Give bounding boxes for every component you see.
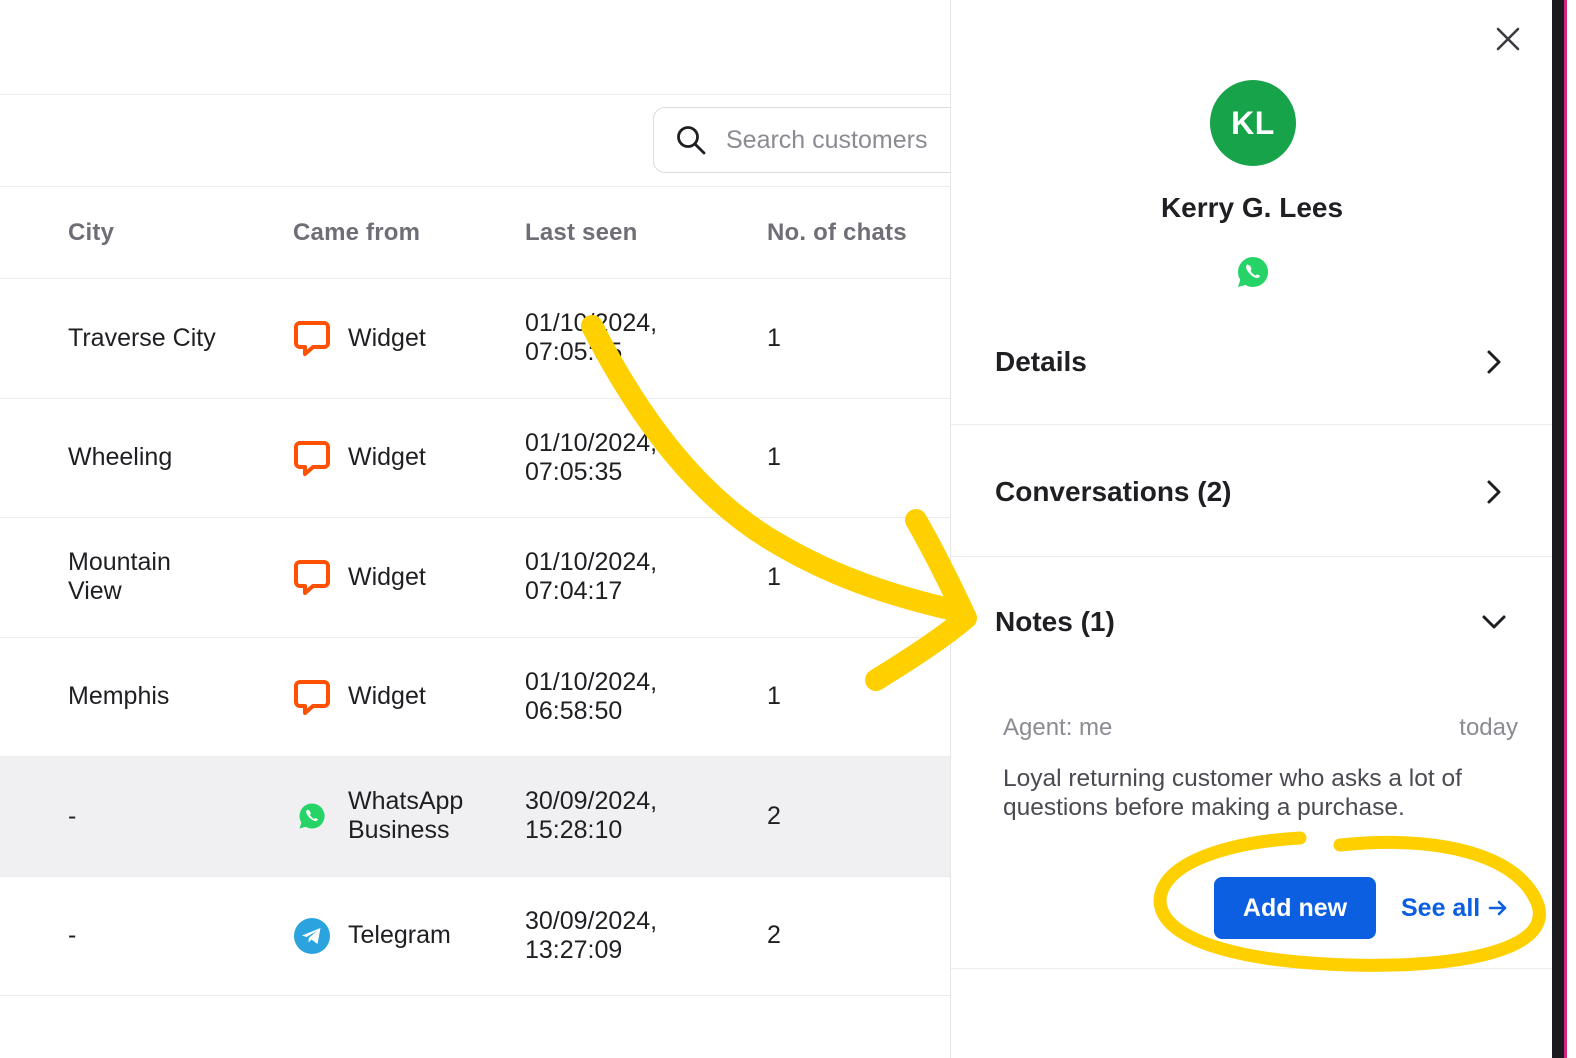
last-seen-time: 06:58:50: [525, 696, 623, 725]
last-seen-date: 30/09/2024,: [525, 906, 658, 935]
cell-came-from: WhatsApp Business: [293, 787, 513, 845]
cell-city: -: [68, 921, 77, 950]
telegram-icon: [293, 917, 331, 955]
livechat-widget-icon: [293, 439, 331, 477]
details-section-toggle[interactable]: Details: [951, 318, 1553, 406]
cell-came-from: Widget: [293, 678, 513, 716]
column-header-chats[interactable]: No. of chats: [767, 219, 927, 247]
cell-came-from: Widget: [293, 319, 513, 357]
livechat-widget-icon: [293, 319, 331, 357]
arrow-right-icon: [1488, 900, 1507, 916]
customers-table: City Came from Last seen No. of chats Tr…: [0, 186, 950, 996]
source-label: Widget: [348, 323, 426, 352]
last-seen-date: 01/10/2024,: [525, 548, 658, 577]
source-label: Widget: [348, 682, 426, 711]
last-seen-date: 01/10/2024,: [525, 667, 658, 696]
see-all-label: See all: [1401, 893, 1481, 922]
customers-app: City Came from Last seen No. of chats Tr…: [0, 0, 1576, 1058]
conversations-section-toggle[interactable]: Conversations (2): [951, 448, 1553, 536]
cell-last-seen: 01/10/2024, 07:05:35: [525, 309, 745, 367]
see-all-notes-link[interactable]: See all: [1401, 877, 1508, 939]
cell-came-from: Widget: [293, 439, 513, 477]
cell-chats: 1: [767, 443, 781, 472]
chevron-right-icon: [1479, 347, 1509, 377]
last-seen-date: 01/10/2024,: [525, 428, 658, 457]
customer-name: Kerry G. Lees: [1160, 192, 1344, 223]
search-input[interactable]: [726, 125, 950, 155]
table-row[interactable]: Memphis Widget 01/10/2024, 06:58:50 1: [0, 638, 950, 757]
cell-came-from: Widget: [293, 558, 513, 596]
cell-chats: 1: [767, 323, 781, 352]
table-row[interactable]: Traverse City Widget 01/10/2024, 07:05:35…: [0, 279, 950, 399]
close-drawer-button[interactable]: [1491, 22, 1525, 56]
column-header-last-seen[interactable]: Last seen: [525, 219, 745, 247]
table-row[interactable]: - Telegram 30/09/2024, 13:27:09 2: [0, 877, 950, 996]
search-icon: [674, 123, 708, 157]
whatsapp-icon: [293, 797, 331, 835]
cell-city: Memphis: [68, 682, 170, 711]
table-header: City Came from Last seen No. of chats: [0, 187, 950, 279]
last-seen-time: 07:05:35: [525, 457, 623, 486]
cell-chats: 1: [767, 562, 781, 591]
last-seen-time: 07:05:35: [525, 338, 623, 367]
table-row[interactable]: - WhatsApp Business 30/09/2024, 15:28:10 …: [0, 757, 950, 877]
source-label: Widget: [348, 443, 426, 472]
conversations-section-title: Conversations (2): [995, 476, 1232, 507]
table-row[interactable]: Mountain View Widget 01/10/2024, 07:04:17…: [0, 518, 950, 638]
customer-details-drawer: KL Kerry G. Lees Details Conversations (…: [950, 0, 1553, 1058]
customers-list-panel: City Came from Last seen No. of chats Tr…: [0, 0, 950, 1058]
cell-city: Mountain View: [68, 548, 171, 606]
source-label: WhatsApp Business: [348, 787, 464, 845]
note-date: today: [1459, 714, 1518, 741]
chevron-down-icon: [1479, 607, 1509, 637]
search-box[interactable]: [653, 107, 950, 173]
cell-chats: 1: [767, 682, 781, 711]
last-seen-time: 13:27:09: [525, 935, 623, 964]
cell-last-seen: 30/09/2024, 13:27:09: [525, 907, 745, 965]
section-divider: [951, 424, 1553, 425]
table-row[interactable]: Wheeling Widget 01/10/2024, 07:05:35 1: [0, 399, 950, 518]
whatsapp-icon: [1238, 256, 1269, 287]
source-label: Widget: [348, 562, 426, 591]
window-edge: [1552, 0, 1576, 1058]
cell-chats: 2: [767, 801, 781, 830]
livechat-widget-icon: [293, 678, 331, 716]
add-note-button[interactable]: Add new: [1214, 877, 1376, 939]
cell-last-seen: 01/10/2024, 06:58:50: [525, 668, 745, 726]
avatar: KL: [1210, 80, 1296, 166]
last-seen-date: 30/09/2024,: [525, 787, 658, 816]
chevron-right-icon: [1479, 477, 1509, 507]
close-icon: [1496, 27, 1520, 51]
livechat-widget-icon: [293, 558, 331, 596]
column-header-city[interactable]: City: [68, 219, 278, 247]
note-text: Loyal returning customer who asks a lot …: [1003, 765, 1462, 821]
last-seen-time: 07:04:17: [525, 577, 623, 606]
column-header-came-from[interactable]: Came from: [293, 219, 513, 247]
cell-city: -: [68, 801, 77, 830]
details-section-title: Details: [995, 346, 1087, 377]
notes-section-title: Notes (1): [995, 606, 1115, 637]
section-divider: [951, 968, 1553, 969]
cell-last-seen: 30/09/2024, 15:28:10: [525, 787, 745, 845]
note-author: Agent: me: [1003, 714, 1113, 741]
notes-section-toggle[interactable]: Notes (1): [951, 578, 1553, 666]
cell-city: Wheeling: [68, 443, 173, 472]
source-label: Telegram: [348, 921, 451, 950]
cell-last-seen: 01/10/2024, 07:04:17: [525, 548, 745, 606]
cell-chats: 2: [767, 921, 781, 950]
section-divider: [951, 556, 1553, 557]
cell-came-from: Telegram: [293, 917, 513, 955]
toolbar-divider: [0, 94, 950, 95]
last-seen-time: 15:28:10: [525, 816, 623, 845]
cell-city: Traverse City: [68, 323, 216, 352]
cell-last-seen: 01/10/2024, 07:05:35: [525, 429, 745, 487]
last-seen-date: 01/10/2024,: [525, 309, 658, 338]
